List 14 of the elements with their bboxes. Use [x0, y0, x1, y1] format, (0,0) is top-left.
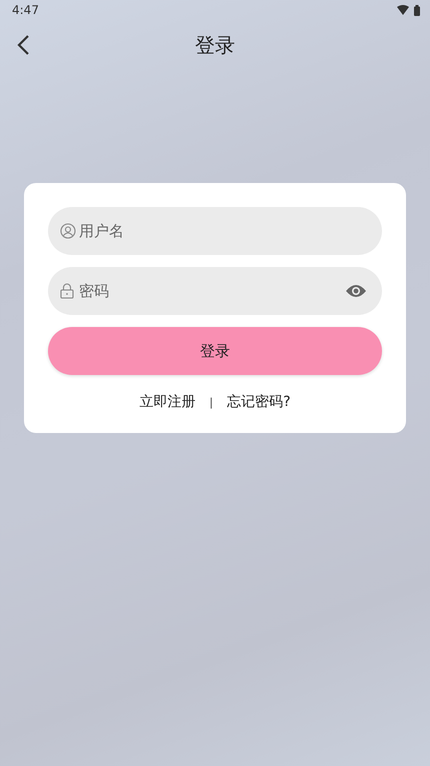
wifi-icon: [397, 5, 409, 15]
text-link[interactable]: 立即注册: [139, 393, 196, 411]
page-title: 登录: [195, 32, 235, 58]
username-field[interactable]: 用户名: [48, 207, 382, 255]
lock-icon: [60, 283, 74, 299]
battery-icon: [414, 4, 420, 16]
eye-icon: [346, 284, 366, 298]
status-time: 4:47: [12, 3, 39, 17]
separator: |: [209, 396, 214, 408]
user-icon: [60, 223, 76, 239]
text-link[interactable]: 忘记密码?: [227, 393, 291, 411]
password-field[interactable]: 密码: [48, 267, 382, 315]
show-password-button[interactable]: [346, 284, 366, 298]
login-button[interactable]: 登录: [48, 327, 382, 375]
